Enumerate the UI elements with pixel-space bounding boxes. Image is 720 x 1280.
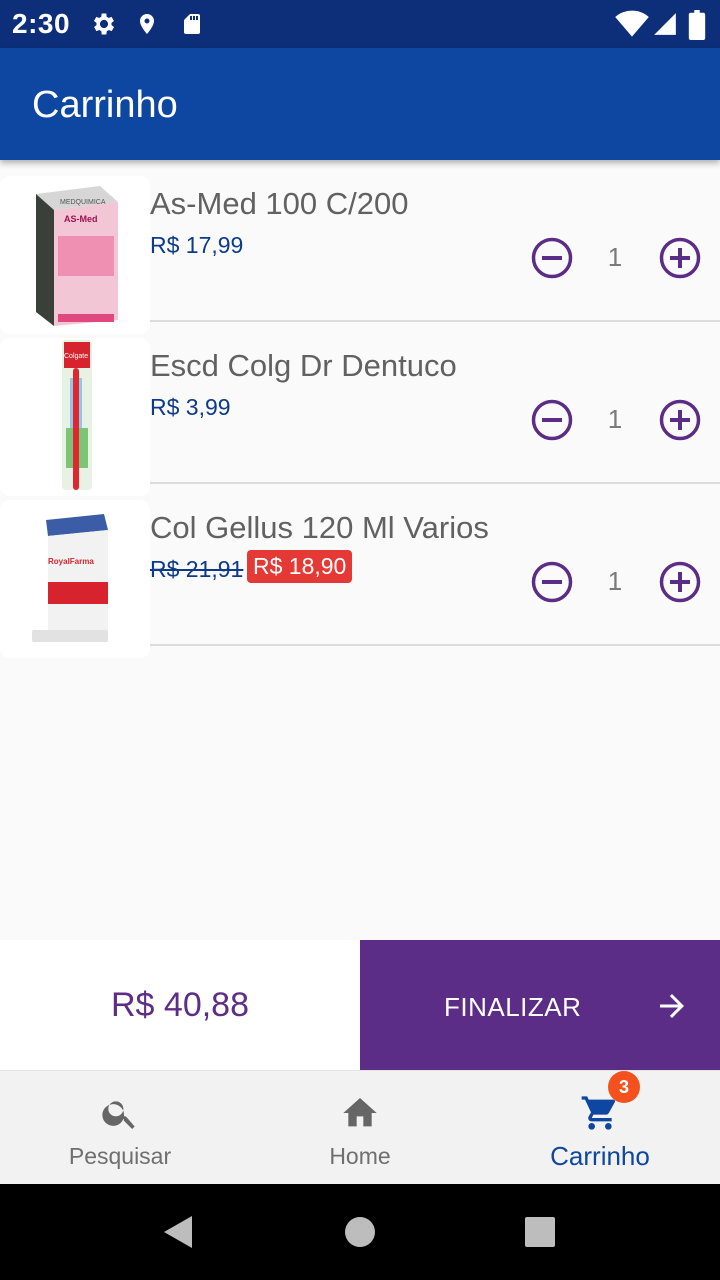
decrease-quantity-button[interactable]	[530, 398, 574, 442]
product-image[interactable]: RoyalFarma	[0, 500, 150, 658]
home-circle-icon[interactable]	[344, 1216, 376, 1248]
total-value: R$ 40,88	[111, 986, 249, 1024]
system-nav-bar	[0, 1184, 720, 1280]
cart-list: MEDQUIMICA AS-Med As-Med 100 C/200 R$ 17…	[0, 160, 720, 658]
nav-item-search[interactable]: Pesquisar	[0, 1071, 240, 1185]
bottom-nav: Pesquisar Home 3 Carrinho	[0, 1070, 720, 1184]
status-time: 2:30	[12, 8, 71, 39]
cell-signal-icon	[654, 13, 676, 35]
product-image-brand: MEDQUIMICA	[60, 199, 106, 206]
status-bar: 2:30	[0, 0, 720, 48]
product-image-brand: Colgate	[64, 353, 88, 360]
item-price: R$ 17,99	[150, 232, 244, 258]
cart-item: MEDQUIMICA AS-Med As-Med 100 C/200 R$ 17…	[0, 160, 720, 334]
product-image[interactable]: MEDQUIMICA AS-Med	[0, 176, 150, 334]
finalize-label: FINALIZAR	[444, 992, 582, 1022]
quantity-value: 1	[607, 242, 623, 272]
increase-quantity-button[interactable]	[658, 236, 702, 280]
nav-label: Pesquisar	[68, 1143, 172, 1169]
increase-quantity-button[interactable]	[658, 398, 702, 442]
arrow-right-icon	[660, 994, 684, 1018]
item-sale-price-badge: R$ 18,90	[247, 550, 353, 583]
home-icon	[343, 1098, 377, 1127]
item-name[interactable]: As-Med 100 C/200	[150, 186, 408, 222]
decrease-quantity-button[interactable]	[530, 236, 574, 280]
cart-item: RoyalFarma Col Gellus 120 Ml Varios R$ 2…	[0, 484, 720, 658]
cart-count-badge: 3	[608, 1071, 640, 1103]
app-bar: Carrinho	[0, 48, 720, 160]
nav-label: Home	[329, 1143, 391, 1169]
battery-icon	[688, 10, 706, 40]
finalize-button[interactable]: FINALIZAR	[360, 940, 720, 1070]
page-title: Carrinho	[32, 84, 178, 126]
product-image[interactable]: Colgate	[0, 338, 150, 496]
item-name[interactable]: Escd Colg Dr Dentuco	[150, 348, 457, 384]
quantity-value: 1	[607, 404, 623, 434]
cart-total: R$ 40,88	[0, 940, 360, 1070]
search-icon	[102, 1101, 135, 1129]
increase-quantity-button[interactable]	[658, 560, 702, 604]
decrease-quantity-button[interactable]	[530, 560, 574, 604]
sd-card-icon	[184, 14, 200, 34]
product-image-label: AS-Med	[64, 214, 98, 224]
cart-item: Colgate Escd Colg Dr Dentuco R$ 3,99 1	[0, 322, 720, 496]
location-pin-icon	[140, 14, 154, 34]
product-image-brand: RoyalFarma	[48, 557, 94, 566]
item-old-price: R$ 21,91	[150, 556, 244, 582]
nav-label: Carrinho	[550, 1141, 650, 1171]
nav-item-cart[interactable]: 3 Carrinho	[480, 1071, 720, 1185]
back-icon[interactable]	[162, 1214, 194, 1250]
wifi-icon	[615, 10, 649, 37]
item-price: R$ 3,99	[150, 394, 231, 420]
item-name[interactable]: Col Gellus 120 Ml Varios	[150, 510, 489, 546]
nav-item-home[interactable]: Home	[240, 1071, 480, 1185]
quantity-value: 1	[607, 566, 623, 596]
settings-gear-icon	[93, 13, 115, 35]
recents-icon[interactable]	[524, 1216, 556, 1248]
